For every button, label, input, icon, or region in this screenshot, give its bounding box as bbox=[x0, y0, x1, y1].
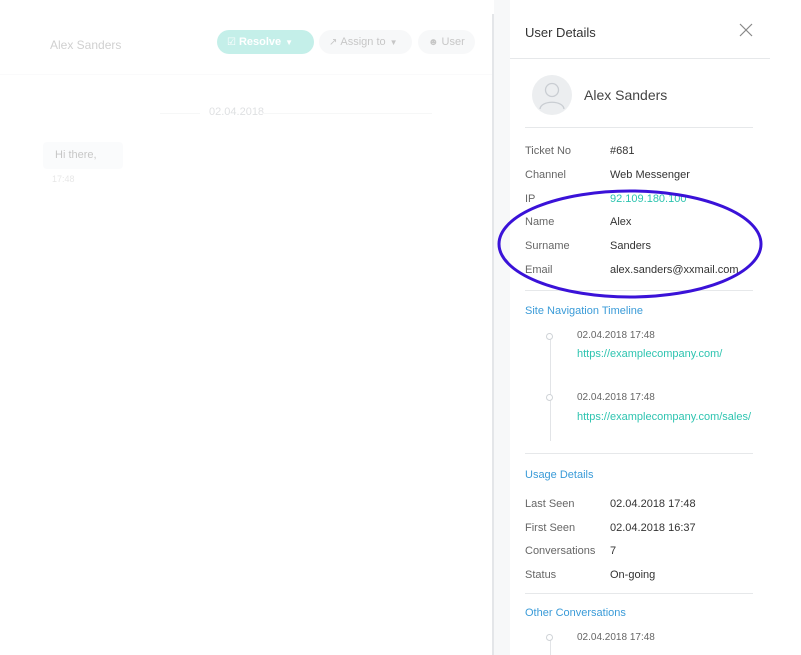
panel-title: User Details bbox=[525, 25, 596, 40]
timeline-title: Site Navigation Timeline bbox=[525, 305, 644, 317]
share-icon: ↗ bbox=[329, 37, 338, 48]
user-icon: ☻ bbox=[428, 37, 439, 48]
user-label: User bbox=[441, 36, 465, 48]
assign-label: Assign to bbox=[340, 36, 386, 48]
timeline-line bbox=[550, 333, 551, 441]
conversations-value: 7 bbox=[610, 545, 617, 557]
details-divider bbox=[525, 290, 753, 291]
user-silhouette-icon bbox=[539, 82, 565, 110]
date-divider: 02.04.2018 bbox=[160, 105, 432, 121]
caret-down-icon: ▼ bbox=[285, 38, 294, 47]
timeline-dot bbox=[546, 394, 553, 401]
divider-line bbox=[262, 113, 432, 114]
ip-label: IP bbox=[525, 193, 536, 205]
chat-user-name: Alex Sanders bbox=[50, 38, 122, 52]
status-label: Status bbox=[525, 569, 557, 581]
ip-value[interactable]: 92.109.180.100 bbox=[610, 193, 686, 205]
chat-pane: Alex Sanders ☑ Resolve ▼ ↗ Assign to ▼ ☻ User… bbox=[0, 0, 492, 655]
surname-label: Surname bbox=[525, 240, 570, 252]
checkbox-icon: ☑ bbox=[227, 37, 236, 48]
divider-line bbox=[160, 113, 200, 114]
timeline-dot bbox=[546, 333, 553, 340]
ticket-label: Ticket No bbox=[525, 145, 572, 157]
profile-name: Alex Sanders bbox=[584, 87, 668, 103]
message-time: 17:48 bbox=[52, 174, 75, 184]
last-seen-label: Last Seen bbox=[525, 498, 575, 510]
usage-title: Usage Details bbox=[525, 469, 594, 481]
surname-value: Sanders bbox=[610, 240, 651, 252]
other-conversation-time: 02.04.2018 17:48 bbox=[577, 632, 655, 643]
email-value: alex.sanders@xxmail.com bbox=[610, 264, 739, 276]
timeline-url[interactable]: https://examplecompany.com/ bbox=[577, 348, 722, 360]
resolve-button[interactable]: ☑ Resolve ▼ bbox=[217, 30, 314, 54]
email-label: Email bbox=[525, 264, 553, 276]
name-value: Alex bbox=[610, 216, 632, 228]
timeline-dot bbox=[546, 634, 553, 641]
status-value: On-going bbox=[610, 569, 656, 581]
timeline-url[interactable]: https://examplecompany.com/sales/ bbox=[577, 411, 751, 423]
modal-overlay[interactable] bbox=[0, 0, 492, 655]
ticket-value: #681 bbox=[610, 145, 635, 157]
app-root: Alex Sanders ☑ Resolve ▼ ↗ Assign to ▼ ☻ User… bbox=[0, 0, 801, 655]
close-icon[interactable] bbox=[739, 23, 753, 37]
timeline-time: 02.04.2018 17:48 bbox=[577, 330, 655, 341]
avatar bbox=[532, 75, 572, 115]
first-seen-value: 02.04.2018 16:37 bbox=[610, 522, 696, 534]
caret-down-icon: ▼ bbox=[389, 38, 398, 47]
other-conversations-title: Other Conversations bbox=[525, 607, 626, 619]
channel-label: Channel bbox=[525, 169, 566, 181]
name-label: Name bbox=[525, 216, 555, 228]
conversations-label: Conversations bbox=[525, 545, 596, 557]
resolve-label: Resolve bbox=[238, 36, 282, 48]
message-bubble: Hi there, bbox=[43, 142, 123, 169]
timeline-divider bbox=[525, 453, 753, 454]
usage-divider bbox=[525, 593, 753, 594]
date-label: 02.04.2018 bbox=[209, 106, 265, 118]
panel-gutter bbox=[494, 0, 510, 655]
user-button[interactable]: ☻ User bbox=[418, 30, 475, 54]
timeline-time: 02.04.2018 17:48 bbox=[577, 392, 655, 403]
last-seen-value: 02.04.2018 17:48 bbox=[610, 498, 696, 510]
chat-header: Alex Sanders ☑ Resolve ▼ ↗ Assign to ▼ ☻ User bbox=[0, 14, 492, 75]
profile-divider bbox=[525, 127, 753, 128]
channel-value: Web Messenger bbox=[610, 169, 690, 181]
first-seen-label: First Seen bbox=[525, 522, 576, 534]
header-divider bbox=[510, 58, 770, 59]
user-details-panel: User Details Alex Sanders Ticket No #681… bbox=[510, 0, 801, 655]
assign-to-button[interactable]: ↗ Assign to ▼ bbox=[319, 30, 412, 54]
